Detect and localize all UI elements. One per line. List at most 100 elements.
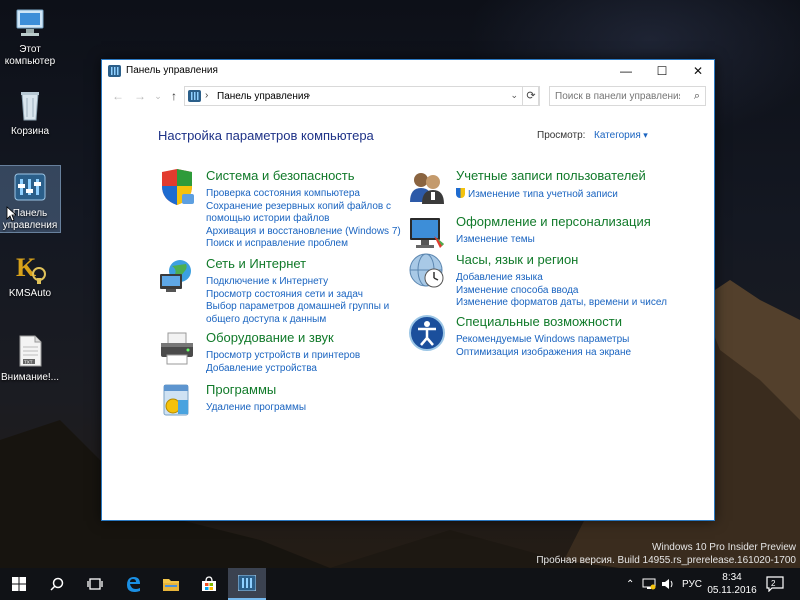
- file-explorer-button[interactable]: [152, 568, 190, 600]
- link-network-status[interactable]: Просмотр состояния сети и задач: [206, 289, 389, 302]
- search-icon: [50, 577, 64, 591]
- notification-count: 2: [771, 579, 776, 588]
- title-bar[interactable]: Панель управления — ☐ ✕: [102, 60, 714, 82]
- content-area: Настройка параметров компьютера Просмотр…: [102, 110, 714, 520]
- clock-time: 8:34: [722, 572, 742, 583]
- edge-button[interactable]: [114, 568, 152, 600]
- search-box[interactable]: ⌕: [549, 86, 706, 106]
- build-watermark-line1: Windows 10 Pro Insider Preview: [652, 542, 796, 553]
- link-uninstall-program[interactable]: Удаление программы: [206, 402, 306, 415]
- store-icon: [202, 576, 216, 591]
- up-arrow-icon[interactable]: ↑: [166, 88, 182, 104]
- view-by-dropdown[interactable]: Категория: [594, 130, 648, 141]
- link-backup-files-cont[interactable]: помощью истории файлов: [206, 213, 401, 226]
- control-panel-icon: [188, 90, 201, 102]
- control-panel-icon: [108, 65, 121, 77]
- printer-icon: [161, 332, 193, 365]
- breadcrumb-control-panel[interactable]: Панель управления: [217, 91, 309, 102]
- users-icon: [410, 173, 444, 204]
- search-button[interactable]: [38, 568, 76, 600]
- link-troubleshoot[interactable]: Поиск и исправление проблем: [206, 238, 401, 251]
- recycle-bin-icon: [13, 88, 47, 122]
- link-recommended-settings[interactable]: Рекомендуемые Windows параметры: [456, 334, 631, 347]
- control-panel-window: Панель управления — ☐ ✕ ← → ⌄ ↑ › Панель…: [101, 59, 715, 521]
- task-view-button[interactable]: [76, 568, 114, 600]
- recent-locations-chevron-icon[interactable]: ⌄: [150, 88, 166, 104]
- address-bar[interactable]: › Панель управления › ⌄: [184, 86, 539, 106]
- breadcrumb-separator[interactable]: ›: [205, 90, 208, 101]
- clock-globe-icon: [409, 253, 444, 288]
- network-icon: [160, 260, 191, 292]
- task-view-icon: [87, 578, 103, 590]
- category-title[interactable]: Система и безопасность: [206, 168, 355, 183]
- tray-chevron-icon[interactable]: ⌃: [626, 568, 634, 600]
- forward-arrow-icon[interactable]: →: [132, 88, 148, 104]
- store-button[interactable]: [190, 568, 228, 600]
- link-check-status[interactable]: Проверка состояния компьютера: [206, 188, 401, 201]
- desktop-icon-control-panel[interactable]: Панель управления: [0, 165, 61, 233]
- action-center-button[interactable]: 2: [766, 568, 784, 600]
- category-title[interactable]: Программы: [206, 382, 276, 397]
- address-dropdown-icon[interactable]: ⌄: [510, 90, 518, 101]
- link-change-date-formats[interactable]: Изменение форматов даты, времени и чисел: [456, 297, 667, 310]
- category-title[interactable]: Оформление и персонализация: [456, 214, 651, 229]
- back-arrow-icon[interactable]: ←: [110, 88, 126, 104]
- link-connect-internet[interactable]: Подключение к Интернету: [206, 276, 389, 289]
- programs-icon: [163, 384, 189, 416]
- link-homegroup-cont[interactable]: общего доступа к данным: [206, 314, 389, 327]
- desktop-icon-this-pc[interactable]: Этот компьютер: [0, 6, 60, 68]
- control-panel-icon: [238, 575, 256, 591]
- edge-icon: [127, 577, 140, 592]
- build-watermark-line2: Пробная версия. Build 14955.rs_prereleas…: [536, 555, 796, 566]
- link-add-language[interactable]: Добавление языка: [456, 272, 667, 285]
- folder-icon: [163, 579, 179, 591]
- control-panel-icon: [13, 170, 47, 204]
- monitor-icon: [410, 218, 444, 248]
- computer-icon: [13, 6, 47, 40]
- start-button[interactable]: [0, 568, 38, 600]
- window-title: Панель управления: [126, 65, 218, 76]
- notification-icon: 2: [766, 576, 784, 592]
- volume-icon[interactable]: [661, 568, 675, 600]
- maximize-button[interactable]: ☐: [644, 60, 680, 82]
- link-change-input-method[interactable]: Изменение способа ввода: [456, 285, 667, 298]
- view-by-label: Просмотр:: [537, 130, 586, 141]
- link-optimize-display[interactable]: Оптимизация изображения на экране: [456, 347, 631, 360]
- breadcrumb-separator[interactable]: ›: [307, 90, 310, 101]
- category-title[interactable]: Учетные записи пользователей: [456, 168, 646, 183]
- search-icon[interactable]: ⌕: [694, 90, 700, 103]
- clock[interactable]: 8:34 05.11.2016: [706, 571, 758, 597]
- network-status-icon[interactable]: [642, 568, 656, 600]
- svg-text:TXT: TXT: [24, 360, 33, 365]
- clock-date: 05.11.2016: [707, 585, 757, 596]
- kmsauto-icon: K: [13, 250, 47, 284]
- link-backup-files[interactable]: Сохранение резервных копий файлов с: [206, 201, 401, 214]
- category-title[interactable]: Сеть и Интернет: [206, 256, 306, 271]
- shield-icon: [162, 169, 194, 205]
- link-devices-printers[interactable]: Просмотр устройств и принтеров: [206, 350, 360, 363]
- desktop-icon-kmsauto[interactable]: K KMSAuto: [0, 250, 60, 300]
- language-indicator[interactable]: РУС: [682, 568, 702, 600]
- search-input[interactable]: [550, 87, 680, 105]
- link-change-theme[interactable]: Изменение темы: [456, 234, 535, 247]
- windows-logo-icon: [12, 577, 26, 591]
- minimize-button[interactable]: —: [608, 60, 644, 82]
- navigation-bar: ← → ⌄ ↑ › Панель управления › ⌄ ⟳ ⌕: [102, 84, 714, 108]
- close-button[interactable]: ✕: [680, 60, 716, 82]
- control-panel-taskbar-button[interactable]: [228, 568, 266, 600]
- mouse-cursor-icon: [6, 206, 16, 222]
- text-file-icon: TXT: [13, 334, 47, 368]
- link-backup-restore[interactable]: Архивация и восстановление (Windows 7): [206, 226, 401, 239]
- link-homegroup[interactable]: Выбор параметров домашней группы и: [206, 301, 389, 314]
- refresh-icon[interactable]: ⟳: [522, 86, 540, 106]
- category-title[interactable]: Специальные возможности: [456, 314, 622, 329]
- desktop-icon-text-file[interactable]: TXT Внимание!...: [0, 334, 60, 384]
- category-title[interactable]: Часы, язык и регион: [456, 252, 578, 267]
- taskbar: ⌃ РУС 8:34 05.11.2016 2: [0, 568, 800, 600]
- link-change-account-type[interactable]: Изменение типа учетной записи: [456, 188, 618, 202]
- accessibility-icon: [409, 315, 445, 351]
- link-add-device[interactable]: Добавление устройства: [206, 363, 360, 376]
- desktop-icon-recycle-bin[interactable]: Корзина: [0, 88, 60, 138]
- page-title: Настройка параметров компьютера: [158, 128, 374, 143]
- category-title[interactable]: Оборудование и звук: [206, 330, 334, 345]
